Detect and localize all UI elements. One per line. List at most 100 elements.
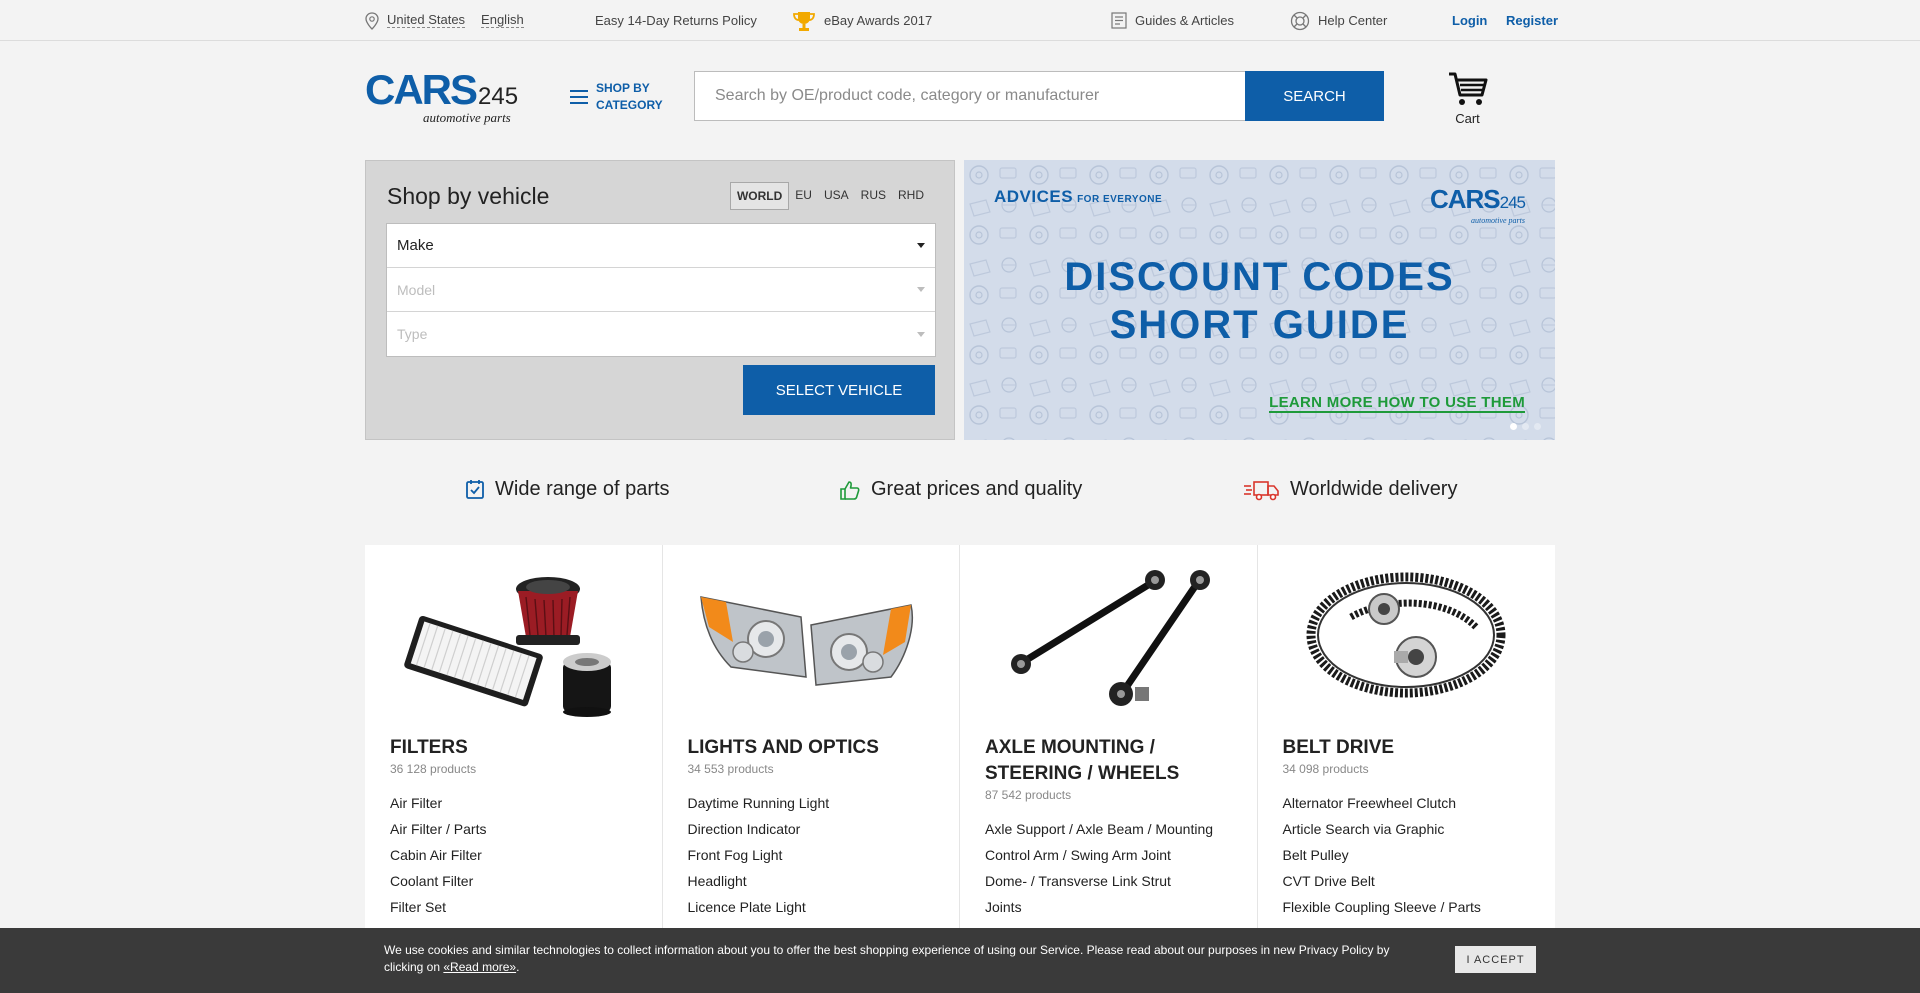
region-tab-world[interactable]: WORLD (729, 182, 790, 210)
category-product-count: 87 542 products (985, 788, 1072, 802)
cookie-message: We use cookies and similar technologies … (384, 942, 1414, 976)
country-link[interactable]: United States (387, 13, 466, 28)
search-button[interactable]: SEARCH (1245, 71, 1384, 121)
language-link[interactable]: English (481, 13, 524, 28)
category-link[interactable]: Control Arm / Swing Arm Joint (985, 842, 1232, 868)
make-select[interactable]: Make (387, 224, 935, 268)
category-link[interactable]: Front Fog Light (688, 842, 935, 868)
model-select-value: Model (397, 281, 436, 298)
category-link[interactable]: Belt Pulley (1283, 842, 1531, 868)
timing-belt-image[interactable] (1283, 557, 1531, 727)
calendar-check-icon (466, 480, 484, 499)
region-tab-rhd[interactable]: RHD (892, 182, 930, 210)
category-link[interactable]: Daytime Running Light (688, 790, 935, 816)
banner-logo-tagline: automotive parts (1471, 216, 1525, 225)
banner-title-line2: SHORT GUIDE (1109, 303, 1410, 347)
returns-link[interactable]: Easy 14-Day Returns Policy (595, 0, 757, 41)
shop-by-category-button[interactable]: SHOP BY CATEGORY (570, 80, 663, 114)
category-title[interactable]: FILTERS (390, 735, 637, 761)
lifebuoy-icon (1290, 11, 1310, 30)
feature-prices: Great prices and quality (839, 478, 1082, 501)
category-title[interactable]: AXLE MOUNTING / STEERING / WHEELS (985, 735, 1232, 787)
carousel-dots (1510, 423, 1541, 430)
carousel-dot-3[interactable] (1534, 423, 1541, 430)
site-logo[interactable]: CARS245 automotive parts (365, 69, 525, 126)
guides-link[interactable]: Guides & Articles (1111, 0, 1234, 41)
banner-logo-number: 245 (1499, 193, 1526, 212)
category-link[interactable]: Article Search via Graphic (1283, 816, 1531, 842)
cookie-consent-bar: We use cookies and similar technologies … (0, 928, 1920, 993)
region-tabs: WORLD EU USA RUS RHD (729, 182, 930, 210)
category-title[interactable]: BELT DRIVE (1283, 735, 1531, 761)
stabilizer-links-image[interactable] (985, 557, 1232, 727)
hamburger-menu-icon (570, 90, 588, 104)
category-link[interactable]: Air Filter / Parts (390, 816, 637, 842)
carousel-dot-2[interactable] (1522, 423, 1529, 430)
category-card-axle: AXLE MOUNTING / STEERING / WHEELS 87 542… (960, 545, 1258, 993)
category-link[interactable]: Dome- / Transverse Link Strut (985, 868, 1232, 894)
category-link[interactable]: Cabin Air Filter (390, 842, 637, 868)
banner-title: DISCOUNT CODES SHORT GUIDE (964, 253, 1555, 349)
locale-selector: United States English (365, 0, 524, 41)
carousel-dot-1[interactable] (1510, 423, 1517, 430)
category-link[interactable]: Filter Set (390, 894, 637, 920)
category-link[interactable]: Coolant Filter (390, 868, 637, 894)
banner-title-line1: DISCOUNT CODES (1064, 255, 1455, 299)
filters-image[interactable] (390, 557, 637, 727)
returns-text: Easy 14-Day Returns Policy (595, 13, 757, 28)
feature-wide-range: Wide range of parts (465, 478, 670, 501)
search-bar: SEARCH (694, 71, 1384, 121)
search-input[interactable] (694, 71, 1245, 121)
feature-delivery: Worldwide delivery (1244, 478, 1457, 501)
category-link[interactable]: Direction Indicator (688, 816, 935, 842)
chevron-down-icon (917, 243, 925, 248)
banner-logo: CARS245 automotive parts (1429, 184, 1526, 225)
headlights-image[interactable] (688, 557, 935, 727)
select-vehicle-button[interactable]: SELECT VEHICLE (743, 365, 935, 415)
region-tab-eu[interactable]: EU (789, 182, 818, 210)
help-center-link[interactable]: Help Center (1290, 0, 1387, 41)
region-tab-usa[interactable]: USA (818, 182, 855, 210)
read-more-link[interactable]: «Read more» (443, 960, 516, 974)
category-product-count: 36 128 products (390, 762, 477, 776)
accept-cookies-button[interactable]: I ACCEPT (1455, 946, 1536, 973)
category-link[interactable]: Alternator Freewheel Clutch (1283, 790, 1531, 816)
learn-more-link[interactable]: LEARN MORE HOW TO USE THEM (1269, 395, 1525, 413)
category-link[interactable]: Flexible Coupling Sleeve / Parts (1283, 894, 1531, 920)
category-link[interactable]: Axle Support / Axle Beam / Mounting (985, 816, 1232, 842)
category-link[interactable]: CVT Drive Belt (1283, 868, 1531, 894)
logo-text: CARS (365, 66, 478, 113)
trophy-icon (793, 11, 815, 31)
cookie-text: We use cookies and similar technologies … (384, 943, 1390, 974)
category-link[interactable]: Headlight (688, 868, 935, 894)
category-link[interactable]: Licence Plate Light (688, 894, 935, 920)
feature-delivery-text: Worldwide delivery (1290, 478, 1458, 500)
location-pin-icon (365, 11, 379, 30)
cart-button[interactable]: Cart (1440, 70, 1495, 126)
banner-logo-text: CARS (1429, 184, 1501, 214)
category-card-belt-drive: BELT DRIVE 34 098 products Alternator Fr… (1258, 545, 1556, 993)
category-title[interactable]: LIGHTS AND OPTICS (688, 735, 935, 761)
awards-link[interactable]: eBay Awards 2017 (792, 0, 932, 41)
register-link[interactable]: Register (1506, 0, 1558, 41)
vehicle-selects: Make Model Type (386, 223, 936, 357)
region-tab-rus[interactable]: RUS (855, 182, 892, 210)
category-link[interactable]: Air Filter (390, 790, 637, 816)
category-links: Alternator Freewheel Clutch Article Sear… (1283, 790, 1531, 946)
promo-banner[interactable]: ADVICES FOR EVERYONE CARS245 automotive p… (964, 160, 1555, 440)
shopping-cart-icon (1448, 72, 1487, 105)
document-list-icon (1111, 12, 1127, 29)
help-text: Help Center (1318, 13, 1388, 28)
login-link[interactable]: Login (1452, 0, 1487, 41)
logo-number: 245 (478, 83, 519, 110)
category-links: Daytime Running Light Direction Indicato… (688, 790, 935, 946)
type-select[interactable]: Type (387, 312, 935, 356)
logo-tagline: automotive parts (423, 110, 511, 125)
type-select-value: Type (397, 326, 428, 342)
feature-prices-text: Great prices and quality (871, 478, 1083, 500)
shop-by-vehicle-panel: Shop by vehicle WORLD EU USA RUS RHD Mak… (365, 160, 955, 440)
model-select[interactable]: Model (387, 268, 935, 312)
chevron-down-icon (917, 287, 925, 292)
category-link[interactable]: Joints (985, 894, 1232, 920)
category-card-filters: FILTERS 36 128 products Air Filter Air F… (365, 545, 663, 993)
